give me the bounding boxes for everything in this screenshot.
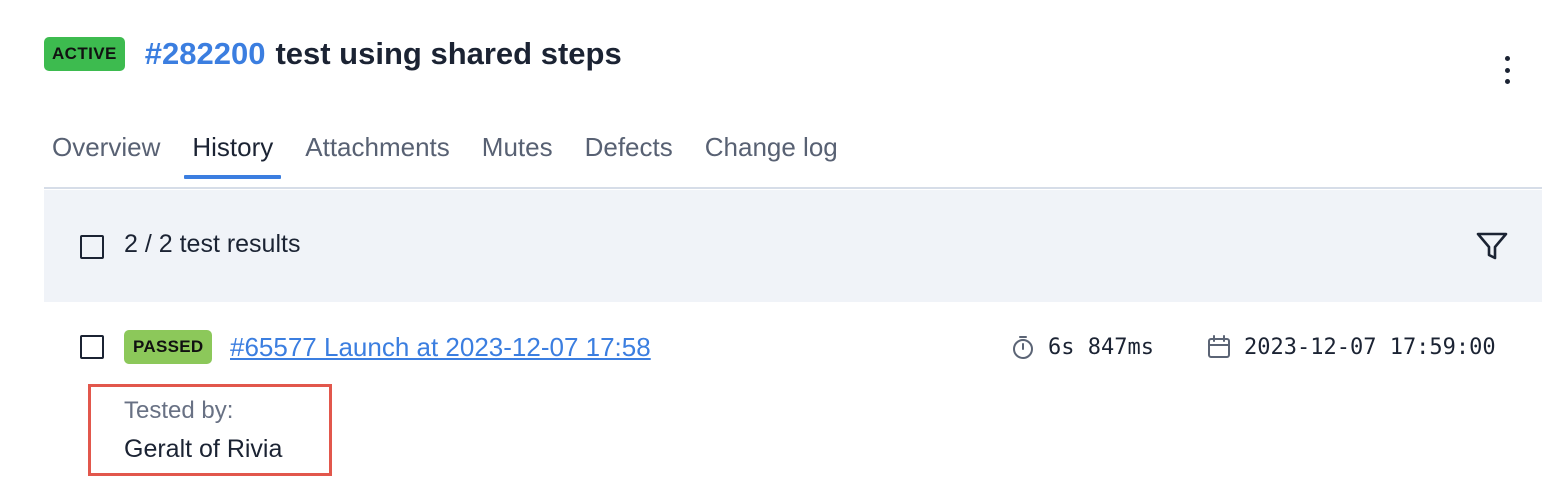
- date-value: 2023-12-07 17:59:00: [1244, 334, 1496, 360]
- launch-link[interactable]: #65577 Launch at 2023-12-07 17:58: [230, 330, 651, 364]
- tab-history[interactable]: History: [184, 118, 282, 187]
- test-result-row: PASSED #65577 Launch at 2023-12-07 17:58…: [44, 302, 1542, 476]
- kebab-vertical-icon-dot: [1504, 67, 1510, 73]
- tab-attachments[interactable]: Attachments: [297, 118, 458, 187]
- result-date: 2023-12-07 17:59:00: [1206, 330, 1496, 364]
- duration-value: 6s 847ms: [1048, 334, 1154, 360]
- page-title: #282200 test using shared steps: [145, 36, 622, 72]
- result-status-badge: PASSED: [124, 330, 213, 364]
- tab-bar: Overview History Attachments Mutes Defec…: [44, 118, 1542, 189]
- page-header: ACTIVE #282200 test using shared steps: [44, 36, 622, 72]
- tab-defects[interactable]: Defects: [577, 118, 681, 187]
- kebab-vertical-icon-dot: [1504, 56, 1510, 61]
- tested-by-value: Geralt of Rivia: [124, 435, 283, 463]
- tab-overview[interactable]: Overview: [44, 118, 168, 187]
- duration: 6s 847ms: [1010, 330, 1154, 364]
- results-toolbar: 2 / 2 test results: [44, 190, 1542, 302]
- results-count: 2 / 2 test results: [124, 230, 301, 258]
- tab-mutes[interactable]: Mutes: [474, 118, 561, 187]
- test-case-name: test using shared steps: [275, 36, 622, 71]
- tab-change-log[interactable]: Change log: [697, 118, 846, 187]
- tested-by-label: Tested by:: [124, 397, 234, 424]
- stopwatch-icon: [1013, 336, 1033, 359]
- more-options-button[interactable]: [1492, 52, 1522, 88]
- status-badge: ACTIVE: [44, 37, 125, 71]
- select-all-checkbox[interactable]: [80, 235, 104, 259]
- test-case-id: #282200: [144, 36, 266, 71]
- filter-funnel-icon[interactable]: [1474, 228, 1510, 264]
- tested-by-highlight: Tested by: Geralt of Rivia: [88, 384, 332, 476]
- calendar-icon: [1208, 335, 1230, 358]
- row-checkbox[interactable]: [80, 335, 104, 359]
- kebab-vertical-icon-dot: [1504, 79, 1510, 84]
